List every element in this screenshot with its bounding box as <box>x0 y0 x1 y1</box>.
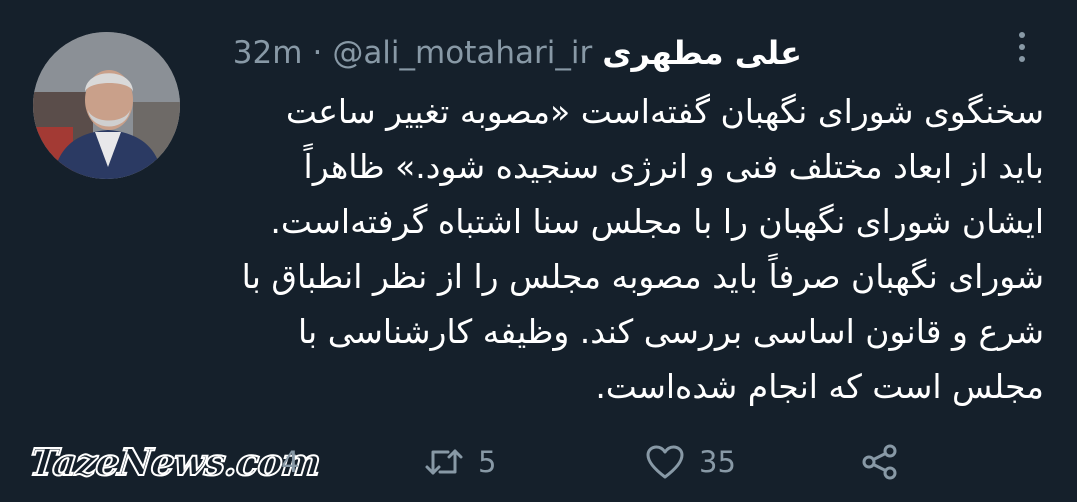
tweet-time[interactable]: 32m <box>233 35 303 71</box>
watermark-logo: TazeNews.com <box>27 439 323 485</box>
tweet-text-line: سخنگوی شورای نگهبان گفته‌است «مصوبه تغیی… <box>285 92 1044 131</box>
more-options-icon[interactable] <box>1017 32 1027 68</box>
author-handle[interactable]: @ali_motahari_ir <box>332 35 592 71</box>
tweet-header: 32m · @ali_motahari_ir علی مطهری <box>233 28 802 78</box>
tweet-text-line: شرع و قانون اساسی بررسی کند. وظیفه کارشن… <box>298 312 1044 351</box>
reply-button[interactable]: 4 <box>281 440 299 484</box>
author-name[interactable]: علی مطهری <box>602 34 802 72</box>
retweet-count: 5 <box>478 445 497 479</box>
tweet-text-line: شورای نگهبان صرفاً باید مصوبه مجلس را از… <box>241 257 1044 296</box>
share-button[interactable] <box>860 440 900 484</box>
like-button[interactable]: 35 <box>645 440 736 484</box>
avatar[interactable] <box>33 32 180 179</box>
tweet-text-line: ایشان شورای نگهبان را با مجلس سنا اشتباه… <box>270 202 1044 241</box>
like-count: 35 <box>699 445 736 479</box>
tweet-text-line: باید از ابعاد مختلف فنی و انرژی سنجیده ش… <box>303 147 1044 186</box>
separator-dot: · <box>312 35 323 71</box>
tweet-text: سخنگوی شورای نگهبان گفته‌است «مصوبه تغیی… <box>224 84 1044 414</box>
retweet-button[interactable]: 5 <box>424 440 496 484</box>
heart-icon <box>645 444 685 480</box>
reply-count: 4 <box>281 445 300 479</box>
retweet-icon <box>424 445 464 479</box>
share-icon <box>860 443 900 481</box>
tweet-text-line: مجلس است که انجام شده‌است. <box>595 367 1044 406</box>
